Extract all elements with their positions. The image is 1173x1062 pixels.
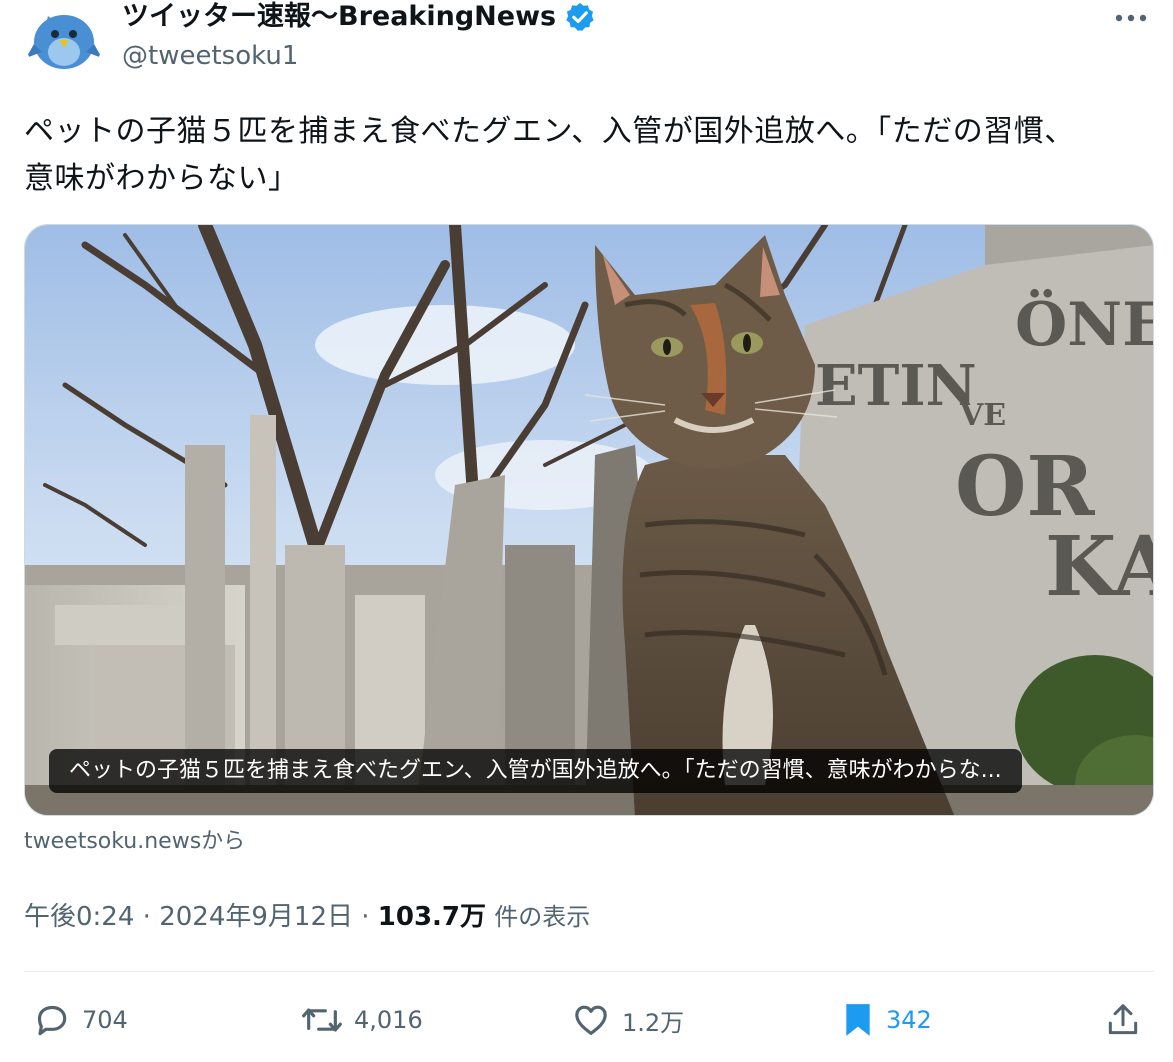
author-name-row[interactable]: ツイッター速報〜BreakingNews: [122, 0, 596, 34]
tweet-date[interactable]: 2024年9月12日: [159, 902, 353, 932]
verified-badge-icon: [566, 3, 594, 31]
more-options-button[interactable]: [1111, 2, 1151, 34]
tweet-text-line: 意味がわからない」: [24, 161, 299, 196]
gravestone-text: ÖNER: [1015, 289, 1154, 360]
card-source[interactable]: tweetsoku.newsから: [24, 826, 245, 858]
view-count-label: 件の表示: [494, 903, 591, 931]
card-caption: ペットの子猫５匹を捕まえ食べたグエン、入管が国外追放へ。「ただの習慣、意味がわか…: [49, 749, 1022, 793]
reply-button[interactable]: 704: [32, 994, 128, 1046]
repost-count: 4,016: [354, 1006, 423, 1034]
meta-separator: ·: [361, 902, 370, 932]
gravestone-text: KA: [1045, 519, 1154, 615]
card-image: ETIN ÖNER VE OR KA: [25, 225, 1154, 815]
view-count: 103.7万: [377, 902, 487, 932]
reply-count: 704: [82, 1006, 128, 1034]
more-dots-icon: [1115, 14, 1147, 22]
bookmark-count: 342: [886, 1006, 932, 1034]
like-button[interactable]: 1.2万: [570, 994, 684, 1046]
share-button[interactable]: [1104, 994, 1142, 1046]
divider: [24, 971, 1154, 972]
gravestone-text: VE: [959, 398, 1006, 433]
repost-icon: [302, 1008, 342, 1032]
tweet-text-line: ペットの子猫５匹を捕まえ食べたグエン、入管が国外追放へ。「ただの習慣、: [24, 114, 1075, 149]
bookmark-icon: [846, 1004, 870, 1036]
heart-icon: [575, 1005, 607, 1035]
bookmark-button[interactable]: 342: [840, 994, 932, 1046]
avatar[interactable]: [24, 0, 104, 76]
gravestone-text: ETIN: [815, 353, 977, 419]
meta-separator: ·: [142, 902, 151, 932]
author-display-name[interactable]: ツイッター速報〜BreakingNews: [122, 0, 556, 34]
tweet-time[interactable]: 午後0:24: [24, 902, 134, 932]
author-handle[interactable]: @tweetsoku1: [122, 40, 298, 72]
tweet-meta: 午後0:24 · 2024年9月12日 · 103.7万 件の表示: [24, 898, 590, 936]
repost-button[interactable]: 4,016: [300, 994, 423, 1046]
share-icon: [1108, 1004, 1138, 1035]
reply-icon: [37, 1005, 67, 1036]
tweet-text: ペットの子猫５匹を捕まえ食べたグエン、入管が国外追放へ。「ただの習慣、 意味がわ…: [24, 108, 1144, 202]
link-card[interactable]: ETIN ÖNER VE OR KA: [24, 224, 1154, 816]
like-count: 1.2万: [622, 1008, 685, 1037]
action-bar: 704 4,016 1.2万 342: [24, 994, 1154, 1046]
bird-avatar-icon: [24, 0, 104, 76]
